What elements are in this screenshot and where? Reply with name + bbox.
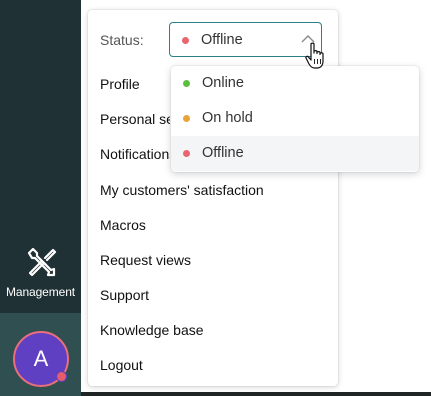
status-selected-value: Offline (201, 32, 243, 48)
on-hold-dot (183, 115, 190, 122)
tools-icon (27, 247, 56, 277)
menu-item-personal-settings[interactable]: Personal settings (100, 111, 170, 127)
status-option-label: On hold (202, 110, 253, 126)
hand-cursor-icon (305, 42, 324, 69)
menu-item-support[interactable]: Support (100, 287, 149, 303)
menu-item-customer-satisfaction[interactable]: My customers' satisfaction (100, 182, 264, 198)
menu-items-clipped: Profile Personal settings Notifications (88, 65, 170, 175)
status-select[interactable]: Offline (169, 22, 322, 57)
status-option-label: Offline (202, 145, 244, 161)
menu-item-macros[interactable]: Macros (100, 217, 146, 233)
menu-item-logout[interactable]: Logout (100, 357, 143, 373)
management-label: Management (5, 285, 76, 299)
menu-item-notifications[interactable]: Notifications (100, 146, 170, 162)
management-nav-item[interactable]: Management (0, 240, 81, 308)
status-option-label: Online (202, 75, 244, 91)
status-dropdown: Online On hold Offline (171, 66, 419, 172)
status-option-on-hold[interactable]: On hold (171, 101, 419, 136)
status-option-offline[interactable]: Offline (171, 136, 419, 171)
online-dot (183, 80, 190, 87)
menu-item-knowledge-base[interactable]: Knowledge base (100, 322, 204, 338)
menu-item-profile[interactable]: Profile (100, 76, 140, 92)
status-option-online[interactable]: Online (171, 66, 419, 101)
status-label: Status: (100, 32, 144, 48)
offline-dot (183, 150, 190, 157)
bottom-border (81, 392, 431, 396)
menu-item-request-views[interactable]: Request views (100, 252, 191, 268)
avatar-status-dot (56, 371, 67, 382)
status-dot (182, 37, 189, 44)
